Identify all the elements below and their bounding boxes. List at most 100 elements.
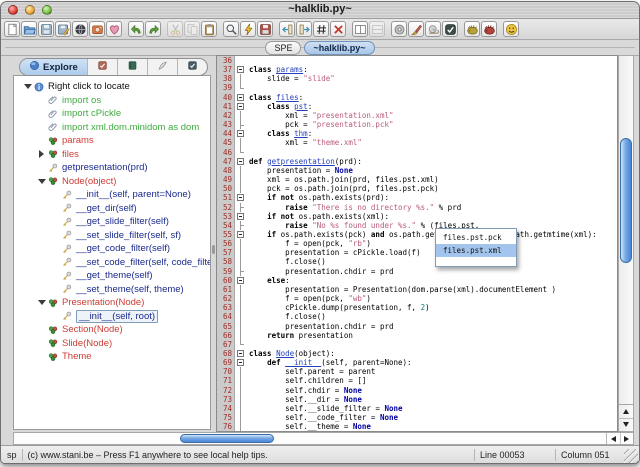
hedgehog-button[interactable]: [464, 21, 480, 37]
tree-item[interactable]: import xml.dom.minidom as dom: [14, 121, 210, 135]
expanded-arrow-icon[interactable]: [38, 300, 46, 305]
print-button[interactable]: [89, 21, 105, 37]
tree-item[interactable]: __get_slide_filter(self): [14, 215, 210, 229]
scroll-left-button[interactable]: [607, 433, 621, 444]
autocomplete-item[interactable]: files.pst.pck: [436, 231, 516, 244]
tree-item[interactable]: __get_theme(self): [14, 269, 210, 283]
comment-button[interactable]: [313, 21, 329, 37]
code-line[interactable]: 39: [217, 83, 617, 92]
tree-item[interactable]: params: [14, 134, 210, 148]
tree-item[interactable]: __get_code_filter(self): [14, 242, 210, 256]
horizontal-scrollbar[interactable]: [13, 432, 634, 445]
fold-marker[interactable]: [235, 193, 246, 202]
fold-marker[interactable]: [235, 230, 246, 239]
tree-item[interactable]: __get_dir(self): [14, 202, 210, 216]
paste-button[interactable]: [201, 21, 217, 37]
tree-item[interactable]: __init__(self, root): [14, 310, 210, 324]
save-button[interactable]: [38, 21, 54, 37]
save-as-button[interactable]: [55, 21, 71, 37]
donate-button[interactable]: [106, 21, 122, 37]
tree-item[interactable]: __set_theme(self, theme): [14, 283, 210, 297]
code-line[interactable]: 56 f = open(pck, "rb"): [217, 239, 617, 248]
code-line[interactable]: 51 if not os.path.exists(prd):: [217, 193, 617, 202]
undo-button[interactable]: [128, 21, 144, 37]
code-line[interactable]: 76 self.__theme = None: [217, 422, 617, 431]
fold-marker[interactable]: [235, 276, 246, 285]
autocomplete-item-selected[interactable]: files.pst.xml: [436, 244, 516, 257]
code-line[interactable]: 68class Node(object):: [217, 349, 617, 358]
code-line[interactable]: 40class files:: [217, 93, 617, 102]
code-line[interactable]: 38 slide = "slide": [217, 74, 617, 83]
tree-item[interactable]: __init__(self, parent=None): [14, 188, 210, 202]
code-line[interactable]: 64 f.close(): [217, 312, 617, 321]
redo-button[interactable]: [145, 21, 161, 37]
check-source-button[interactable]: [442, 21, 458, 37]
code-line[interactable]: 50 pck = os.path.join(prd, files.pst.pck…: [217, 184, 617, 193]
web-button[interactable]: [72, 21, 88, 37]
horizontal-scrollbar-thumb[interactable]: [180, 434, 274, 443]
code-line[interactable]: 48 presentation = None: [217, 166, 617, 175]
split-vertical-button[interactable]: [352, 21, 368, 37]
tree-item[interactable]: __set_code_filter(self, code_filter): [14, 256, 210, 270]
copy-button[interactable]: [184, 21, 200, 37]
code-line[interactable]: 65 presentation.chdir = prd: [217, 322, 617, 331]
tree-item[interactable]: Section(Node): [14, 323, 210, 337]
code-line[interactable]: 70 self.parent = parent: [217, 367, 617, 376]
code-line[interactable]: 36: [217, 56, 617, 65]
snail-button[interactable]: [425, 21, 441, 37]
code-line[interactable]: 69 def __init__(self, parent=None):: [217, 358, 617, 367]
fold-marker[interactable]: [235, 93, 246, 102]
jump-back-button[interactable]: [279, 21, 295, 37]
code-line[interactable]: 42 xml = "presentation.xml": [217, 111, 617, 120]
tree-item[interactable]: Slide(Node): [14, 337, 210, 351]
code-line[interactable]: 46: [217, 148, 617, 157]
uncomment-button[interactable]: [330, 21, 346, 37]
code-line[interactable]: 47def getpresentation(prd):: [217, 157, 617, 166]
code-line[interactable]: 72 self.chdir = None: [217, 386, 617, 395]
titlebar[interactable]: ~halklib.py~: [1, 2, 639, 19]
code-line[interactable]: 53 if not os.path.exists(xml):: [217, 212, 617, 221]
expanded-arrow-icon[interactable]: [38, 179, 46, 184]
jump-forward-button[interactable]: [296, 21, 312, 37]
save-all-button[interactable]: [257, 21, 273, 37]
code-line[interactable]: 58 f.close(): [217, 257, 617, 266]
scroll-up-button[interactable]: [619, 405, 633, 419]
code-line[interactable]: 44 class thm:: [217, 129, 617, 138]
code-editor[interactable]: 3637class params:38 slide = "slide"3940c…: [216, 55, 618, 432]
vertical-scrollbar[interactable]: [618, 55, 634, 432]
code-line[interactable]: 60 else:: [217, 276, 617, 285]
fold-marker[interactable]: [235, 358, 246, 367]
sidebar-tab-notes[interactable]: [118, 59, 148, 75]
code-line[interactable]: 63 cPickle.dump(presentation, f, 2): [217, 303, 617, 312]
vertical-scrollbar-thumb[interactable]: [620, 138, 632, 263]
code-line[interactable]: 57 presentation = cPickle.load(f): [217, 248, 617, 257]
tree-item[interactable]: getpresentation(prd): [14, 161, 210, 175]
code-line[interactable]: 43 pck = "presentation.pck": [217, 120, 617, 129]
code-line[interactable]: 62 f = open(pck, "wb"): [217, 294, 617, 303]
tree-item[interactable]: files: [14, 148, 210, 162]
split-horizontal-button[interactable]: [369, 21, 385, 37]
code-line[interactable]: 52 raise "There is no directory %s." % p…: [217, 203, 617, 212]
expanded-arrow-icon[interactable]: [24, 84, 32, 89]
sidebar-tab-todo[interactable]: [178, 59, 207, 75]
sidebar-tab-index[interactable]: [88, 59, 118, 75]
tree-item[interactable]: import cPickle: [14, 107, 210, 121]
tree-item[interactable]: Node(object): [14, 175, 210, 189]
document-tab-spe[interactable]: SPE: [265, 41, 301, 55]
donut-button[interactable]: [391, 21, 407, 37]
fold-marker[interactable]: [235, 212, 246, 221]
code-line[interactable]: 73 self.__dir = None: [217, 395, 617, 404]
code-line[interactable]: 61 presentation = Presentation(dom.parse…: [217, 285, 617, 294]
tree-item[interactable]: import os: [14, 94, 210, 108]
fold-marker[interactable]: [235, 349, 246, 358]
tree-item[interactable]: Theme: [14, 350, 210, 364]
tree-item[interactable]: __set_slide_filter(self, sf): [14, 229, 210, 243]
code-line[interactable]: 67: [217, 340, 617, 349]
code-line[interactable]: 71 self.children = []: [217, 376, 617, 385]
sidebar-tab-sketch[interactable]: [148, 59, 178, 75]
open-file-button[interactable]: [21, 21, 37, 37]
code-line[interactable]: 37class params:: [217, 65, 617, 74]
scroll-down-button[interactable]: [619, 418, 633, 431]
run-button[interactable]: [240, 21, 256, 37]
splitter-knob[interactable]: [212, 245, 215, 254]
